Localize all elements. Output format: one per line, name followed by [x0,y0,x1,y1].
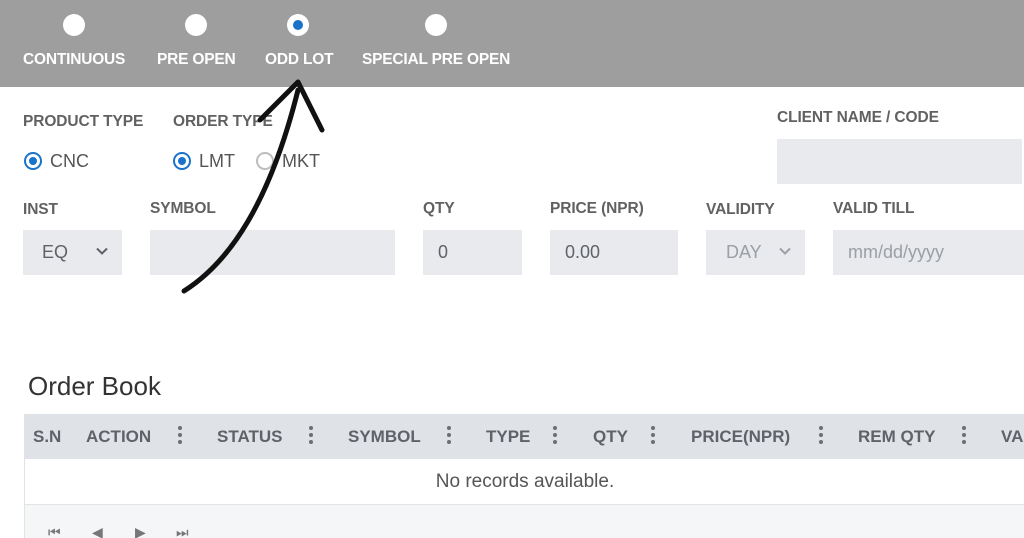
chevron-down-icon [779,247,791,255]
price-input[interactable]: 0.00 [550,230,678,275]
session-label-pre-open: PRE OPEN [157,51,236,68]
empty-state-text: No records available. [435,471,615,492]
column-header-rem-qty[interactable]: REM QTY [858,427,935,447]
valid-till-label: VALID TILL [833,200,915,217]
column-header-status[interactable]: STATUS [217,427,282,447]
column-header-sn[interactable]: S.N [33,427,61,447]
symbol-label: SYMBOL [150,200,216,217]
next-page-icon[interactable]: ▶ [135,524,146,538]
column-header-qty[interactable]: QTY [593,427,628,447]
session-option-pre-open[interactable]: PRE OPEN [157,13,242,73]
last-page-icon[interactable]: ⏭ [176,524,189,538]
price-label: PRICE (NPR) [550,200,644,217]
inst-select-value: EQ [42,242,69,262]
session-selector-bar: CONTINUOUS PRE OPEN ODD LOT SPECIAL PRE … [0,0,1024,87]
product-type-label: PRODUCT TYPE [23,113,144,130]
product-type-cnc-label: CNC [50,150,89,171]
symbol-input[interactable] [150,230,395,275]
session-option-special-pre-open[interactable]: SPECIAL PRE OPEN [362,13,517,73]
session-radio-pre-open[interactable] [185,14,207,36]
order-type-label: ORDER TYPE [173,113,273,130]
order-type-mkt-label: MKT [282,150,320,171]
qty-label: QTY [423,200,455,217]
column-menu-icon[interactable] [447,426,451,446]
chevron-down-icon [96,247,108,255]
qty-input-value: 0 [438,242,449,262]
session-label-continuous: CONTINUOUS [23,51,126,68]
validity-select-value: DAY [726,242,762,262]
order-book-body: No records available. [24,459,1024,505]
order-type-mkt-radio[interactable]: MKT [256,150,320,172]
column-menu-icon[interactable] [651,426,655,446]
valid-till-placeholder: mm/dd/yyyy [848,242,945,262]
radio-selected-icon [24,152,42,170]
product-type-cnc-radio[interactable]: CNC [24,150,89,172]
client-name-label: CLIENT NAME / CODE [777,109,939,126]
qty-input[interactable]: 0 [423,230,522,275]
column-menu-icon[interactable] [553,426,557,446]
column-menu-icon[interactable] [819,426,823,446]
column-header-price[interactable]: PRICE(NPR) [691,427,790,447]
previous-page-icon[interactable]: ◀ [92,524,103,538]
inst-select[interactable]: EQ [23,230,122,275]
valid-till-input[interactable]: mm/dd/yyyy [833,230,1024,275]
inst-label: INST [23,201,58,218]
column-menu-icon[interactable] [309,426,313,446]
client-name-input[interactable] [777,139,1022,184]
column-menu-icon[interactable] [962,426,966,446]
validity-label: VALIDITY [706,201,775,218]
order-type-lmt-label: LMT [199,150,235,171]
first-page-icon[interactable]: ⏮ [48,524,61,538]
column-header-action[interactable]: ACTION [86,427,151,447]
column-menu-icon[interactable] [178,426,182,446]
session-option-odd-lot[interactable]: ODD LOT [265,13,335,73]
session-radio-special-pre-open[interactable] [425,14,447,36]
price-input-value: 0.00 [565,242,601,262]
column-header-type[interactable]: TYPE [486,427,530,447]
column-header-validity[interactable]: VA [1001,427,1023,447]
session-option-continuous[interactable]: CONTINUOUS [23,13,133,73]
column-header-symbol[interactable]: SYMBOL [348,427,421,447]
session-label-special-pre-open: SPECIAL PRE OPEN [362,51,511,68]
session-label-odd-lot: ODD LOT [265,51,334,68]
order-book-title: Order Book [28,371,161,401]
session-radio-continuous[interactable] [63,14,85,36]
radio-unselected-icon [256,152,274,170]
session-radio-odd-lot[interactable] [287,14,309,36]
order-type-lmt-radio[interactable]: LMT [173,150,235,172]
validity-select[interactable]: DAY [706,230,805,275]
radio-selected-icon [173,152,191,170]
order-book-header: S.N ACTION STATUS SYMBOL TYPE QTY PRICE(… [24,414,1024,459]
pagination-bar [24,505,1024,538]
